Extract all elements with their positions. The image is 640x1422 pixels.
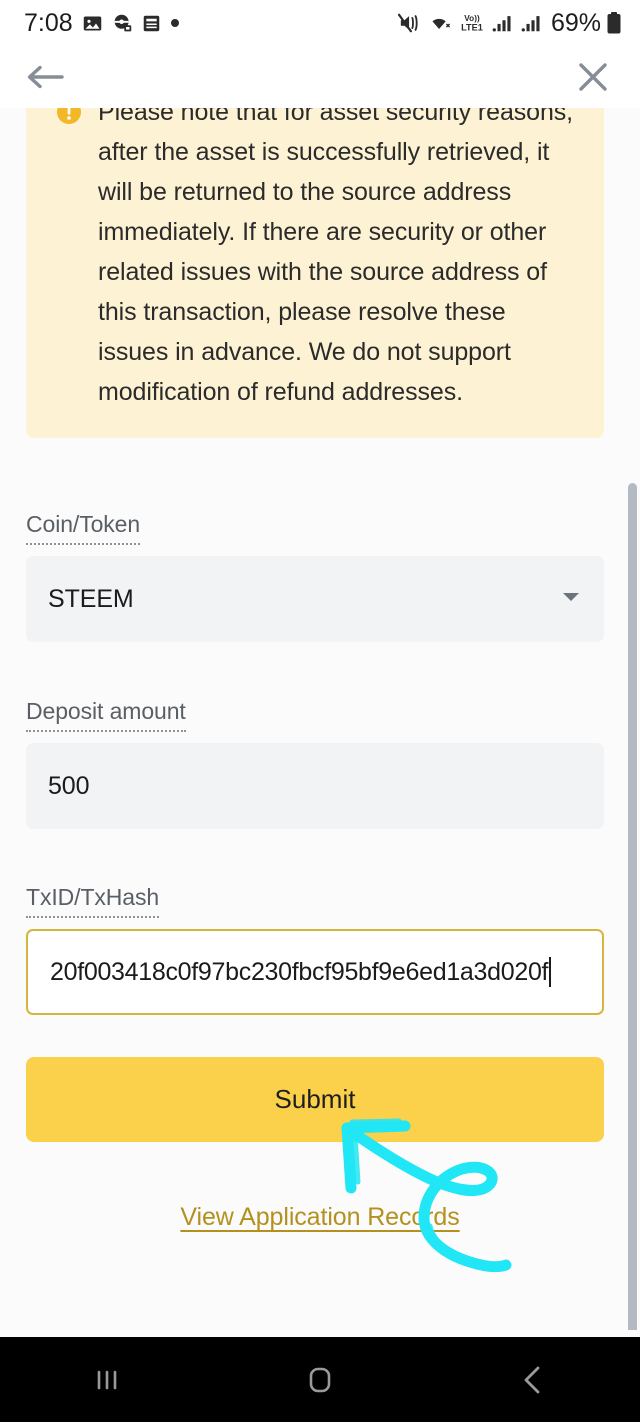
home-icon <box>309 1367 331 1392</box>
status-bar: 7:08 Vo)) LTE1 69% <box>0 0 640 46</box>
signal-sim2-icon <box>521 16 540 32</box>
system-navigation-bar <box>0 1337 640 1422</box>
back-chevron-icon <box>524 1366 540 1393</box>
field-txid: TxID/TxHash 20f003418c0f97bc230fbcf95bf9… <box>26 884 604 1015</box>
image-icon <box>83 16 101 30</box>
recents-icon <box>97 1370 116 1389</box>
vertical-scrollbar[interactable] <box>628 483 637 1330</box>
back-nav-button[interactable] <box>473 1337 593 1422</box>
dot-icon <box>170 19 179 27</box>
article-icon <box>143 15 159 31</box>
form-scroll-area[interactable]: Please note that for asset security reas… <box>0 108 640 1330</box>
svg-text:LTE1: LTE1 <box>461 22 483 32</box>
wifi-icon <box>432 18 450 29</box>
deposit-amount-value: 500 <box>48 771 90 800</box>
txid-input[interactable]: 20f003418c0f97bc230fbcf95bf9e6ed1a3d020f <box>26 929 604 1015</box>
recents-button[interactable] <box>47 1337 167 1422</box>
mute-icon <box>397 13 418 33</box>
pokemon-go-icon <box>114 14 131 31</box>
warning-icon <box>56 108 82 125</box>
coin-token-select[interactable]: STEEM <box>26 556 604 642</box>
submit-button[interactable]: Submit <box>26 1057 604 1142</box>
close-icon <box>579 63 607 91</box>
app-header <box>0 46 640 108</box>
coin-token-label: Coin/Token <box>26 511 140 545</box>
status-clock: 7:08 <box>24 8 73 37</box>
security-notice-text: Please note that for asset security reas… <box>98 108 574 406</box>
field-deposit-amount: Deposit amount 500 <box>26 698 604 829</box>
back-button[interactable] <box>22 54 68 100</box>
battery-percent-label: 69% <box>550 8 601 37</box>
coin-token-value: STEEM <box>48 584 134 613</box>
view-application-records-link[interactable]: View Application Records <box>0 1203 640 1232</box>
battery-icon <box>607 12 621 34</box>
deposit-amount-input[interactable]: 500 <box>26 743 604 829</box>
arrow-left-icon <box>27 65 64 89</box>
phone-screen: 7:08 Vo)) LTE1 69% Please note that for … <box>0 0 640 1422</box>
home-button[interactable] <box>260 1337 380 1422</box>
chevron-down-icon <box>562 590 580 608</box>
deposit-amount-label: Deposit amount <box>26 698 186 732</box>
field-coin-token: Coin/Token STEEM <box>26 511 604 642</box>
txid-value: 20f003418c0f97bc230fbcf95bf9e6ed1a3d020f <box>50 957 549 986</box>
view-application-records-label: View Application Records <box>180 1203 460 1231</box>
text-cursor <box>549 957 552 987</box>
status-bar-right: Vo)) LTE1 69% <box>397 8 622 38</box>
security-notice-banner: Please note that for asset security reas… <box>26 108 604 438</box>
txid-label: TxID/TxHash <box>26 884 159 918</box>
signal-sim1-icon <box>492 16 511 32</box>
close-button[interactable] <box>570 54 616 100</box>
status-bar-left: 7:08 <box>24 9 180 38</box>
submit-button-label: Submit <box>274 1084 356 1114</box>
volte-lte1-icon: Vo)) LTE1 <box>461 14 483 32</box>
